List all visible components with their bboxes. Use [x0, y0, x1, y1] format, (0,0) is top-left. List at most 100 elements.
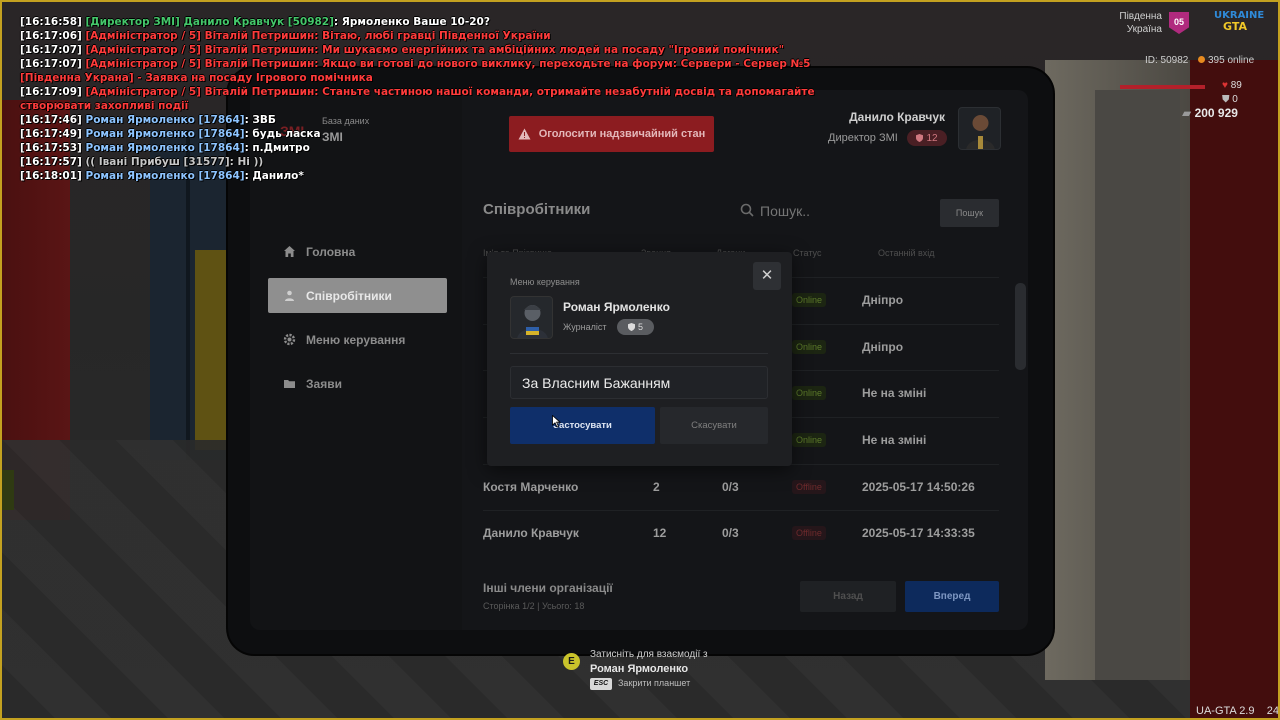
prev-page-button[interactable]: Назад: [800, 581, 896, 612]
chat-line: [16:17:09] [Адміністратор / 5] Віталій П…: [20, 85, 840, 113]
employee-name: Роман Ярмоленко: [563, 300, 670, 314]
row-name: Данило Кравчук: [483, 526, 579, 540]
status-badge: Offline: [792, 480, 826, 494]
chat-line: [16:17:07] [Адміністратор / 5] Віталій П…: [20, 43, 840, 57]
version-text: UA-GTA 2.9: [1196, 705, 1255, 717]
folder-icon: [282, 377, 296, 391]
chat-text: [Адміністратор / 5] Віталій Петришин: Ві…: [81, 30, 551, 42]
health-bar: [1120, 85, 1206, 89]
search-button[interactable]: Пошук: [940, 199, 999, 227]
chat-time: [16:17:07]: [20, 58, 82, 70]
health-text: 89: [1230, 80, 1242, 91]
armor-value: ⛊ 0: [1222, 94, 1238, 105]
modal-title: Меню керування: [510, 277, 580, 287]
employee-role: Журналіст: [563, 322, 607, 332]
region-line-2: Україна: [1126, 24, 1162, 35]
chat-text: (( Івані Прибуш [31577]: Hi )): [81, 156, 264, 168]
status-badge: Offline: [792, 526, 826, 540]
chat-time: [16:18:01]: [20, 170, 82, 182]
chat-line: [16:17:49] Роман Ярмоленко [17864]: будь…: [20, 127, 840, 141]
version-label: UA-GTA 2.9 24: [1196, 705, 1279, 717]
online-count: 395 online: [1198, 55, 1254, 66]
chat-time: [16:17:49]: [20, 128, 82, 140]
player-id: ID: 50982: [1145, 55, 1189, 66]
door: [1095, 90, 1180, 680]
chat-text: : п.Дмитро: [244, 142, 310, 154]
status-badge: Online: [792, 340, 827, 354]
chat-time: [16:17:46]: [20, 114, 82, 126]
chat-time: [16:17:09]: [20, 86, 82, 98]
chat-line: [16:16:58] [Директор ЗМІ] Данило Кравчук…: [20, 15, 840, 29]
chat-time: [16:17:07]: [20, 44, 82, 56]
yellow-frame: [195, 250, 230, 450]
chat-text: [Адміністратор / 5] Віталій Петришин: Як…: [20, 58, 811, 84]
chat-time: [16:17:57]: [20, 156, 82, 168]
esc-label: Закрити планшет: [618, 678, 691, 688]
chat-text: Роман Ярмоленко [17864]: [81, 170, 245, 182]
column-header-last-login: Останній вхід: [878, 248, 935, 258]
reason-input[interactable]: [510, 366, 768, 399]
row-last-login: 2025-05-17 14:50:26: [862, 480, 975, 494]
chat-log: [16:16:58] [Директор ЗМІ] Данило Кравчук…: [20, 15, 840, 183]
red-wall-right: [1190, 60, 1280, 720]
status-badge: Online: [792, 293, 827, 307]
row-rank: 2: [653, 480, 660, 494]
close-icon[interactable]: ✕: [753, 262, 781, 290]
row-name: Костя Марченко: [483, 480, 579, 494]
logo-line-2: GTA: [1223, 20, 1247, 33]
chat-time: [16:16:58]: [20, 16, 82, 28]
chat-text: [Адміністратор / 5] Віталій Петришин: Ст…: [20, 86, 815, 112]
row-warns: 0/3: [722, 526, 739, 540]
mouse-cursor-icon: [552, 415, 561, 428]
chat-line: [16:18:01] Роман Ярмоленко [17864]: Дани…: [20, 169, 840, 183]
row-last-login: Дніпро: [862, 340, 904, 354]
users-icon: [282, 289, 296, 303]
chat-text: : Ярмоленко Ваше 10-20?: [333, 16, 490, 28]
divider: [510, 353, 768, 354]
column-header-status: Статус: [793, 248, 822, 258]
chat-text: Роман Ярмоленко [17864]: [81, 114, 245, 126]
row-divider: [483, 510, 999, 511]
green-object: [0, 470, 14, 510]
sidebar-item-label: Співробітники: [306, 288, 392, 303]
gear-icon: [282, 333, 296, 347]
region-name: Південна Україна: [1108, 10, 1162, 36]
chat-time: [16:17:53]: [20, 142, 82, 154]
row-last-login: Дніпро: [862, 293, 904, 307]
chat-line: [16:17:57] (( Івані Прибуш [31577]: Hi )…: [20, 155, 840, 169]
version-extra: 24: [1266, 705, 1279, 717]
employee-rank-badge: 5: [617, 319, 654, 335]
apply-button[interactable]: Застосувати: [510, 407, 655, 444]
status-badge: Online: [792, 433, 827, 447]
next-page-button[interactable]: Вперед: [905, 581, 999, 612]
chat-text: Роман Ярмоленко [17864]: [81, 128, 245, 140]
employee-avatar: [510, 296, 553, 339]
page-info: Сторінка 1/2 | Усього: 18: [483, 601, 585, 611]
user-avatar: [958, 107, 1001, 150]
status-badge: Online: [792, 386, 827, 400]
chat-line: [16:17:07] [Адміністратор / 5] Віталій П…: [20, 57, 840, 85]
row-rank: 12: [653, 526, 667, 540]
sidebar-item-label: Заяви: [306, 376, 342, 391]
online-dot-icon: [1198, 56, 1205, 63]
user-rank-badge: 12: [907, 130, 947, 146]
sidebar-item-applications[interactable]: Заяви: [268, 366, 447, 401]
row-warns: 0/3: [722, 480, 739, 494]
scrollbar[interactable]: [1015, 283, 1026, 370]
chat-line: [16:17:46] Роман Ярмоленко [17864]: ЗВБ: [20, 113, 840, 127]
employee-rank-value: 5: [637, 322, 643, 332]
user-rank-value: 12: [926, 132, 938, 144]
sidebar-item-home[interactable]: Головна: [268, 234, 447, 269]
money-value: ▰ 200 929: [1182, 106, 1238, 120]
chat-text: : ЗВБ: [244, 114, 276, 126]
chat-text: : Данило*: [244, 170, 304, 182]
shield-icon: [916, 134, 924, 142]
cancel-button[interactable]: Скасувати: [660, 407, 768, 444]
search-input[interactable]: [760, 198, 935, 224]
sidebar-item-control-menu[interactable]: Меню керування: [268, 322, 447, 357]
chat-text: Роман Ярмоленко [17864]: [81, 142, 245, 154]
row-last-login: Не на зміні: [862, 386, 927, 400]
money-icon: ▰: [1182, 106, 1192, 120]
interact-text: Затисніть для взаємодії з: [590, 649, 708, 660]
sidebar-item-employees[interactable]: Співробітники: [268, 278, 447, 313]
